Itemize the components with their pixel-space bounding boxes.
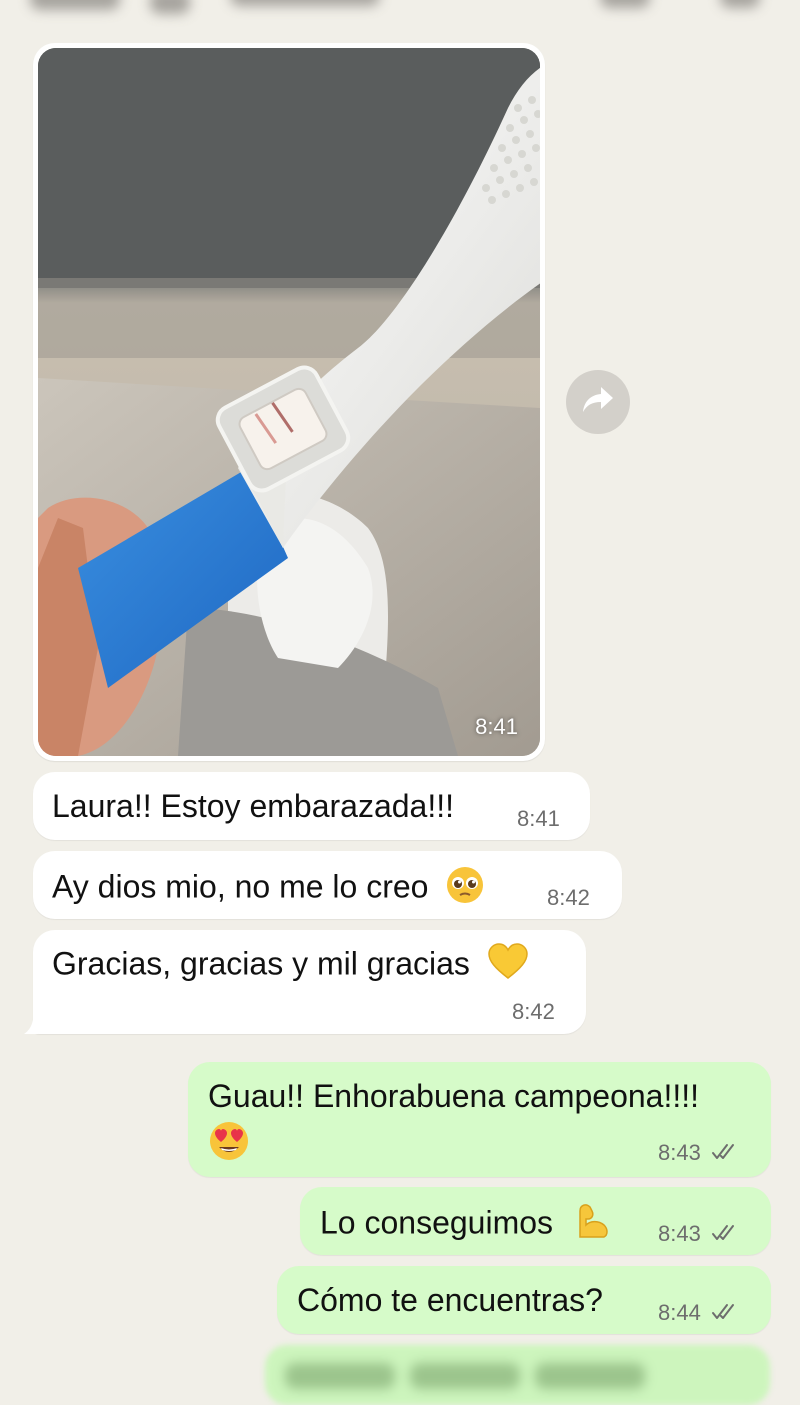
- message-text: Cómo te encuentras?: [297, 1282, 603, 1318]
- message-time: 8:43: [658, 1140, 701, 1165]
- read-ticks-icon: [711, 1301, 741, 1327]
- message-text: Ay dios mio, no me lo creo: [52, 868, 429, 905]
- outgoing-message[interactable]: Cómo te encuentras? 8:44: [277, 1266, 771, 1334]
- message-text-row: Gracias, gracias y mil gracias: [52, 942, 529, 990]
- image-timestamp: 8:41: [475, 714, 518, 739]
- heart-eyes-emoji-icon: [208, 1120, 250, 1170]
- forward-arrow-icon: [581, 385, 615, 420]
- message-text: Laura!! Estoy embarazada!!!: [52, 788, 454, 824]
- read-ticks-icon: [711, 1141, 741, 1167]
- blurred-message: [265, 1345, 770, 1405]
- blurred-header: [0, 0, 800, 30]
- message-time: 8:43: [658, 1221, 701, 1246]
- incoming-message[interactable]: Laura!! Estoy embarazada!!! 8:41: [33, 772, 590, 840]
- incoming-message[interactable]: Gracias, gracias y mil gracias 8:42: [33, 930, 586, 1034]
- pleading-face-emoji-icon: [445, 865, 485, 913]
- message-text: Guau!! Enhorabuena campeona!!!!: [208, 1078, 700, 1114]
- message-text-row: Lo conseguimos: [320, 1201, 612, 1249]
- message-text: Gracias, gracias y mil gracias: [52, 945, 470, 982]
- message-text-row: Ay dios mio, no me lo creo: [52, 865, 485, 913]
- yellow-heart-emoji-icon: [487, 942, 529, 990]
- message-time: 8:44: [658, 1300, 701, 1325]
- incoming-message[interactable]: Ay dios mio, no me lo creo 8:42: [33, 851, 622, 919]
- message-time-row: 8:44: [658, 1300, 741, 1327]
- pregnancy-test-photo[interactable]: 8:41: [38, 48, 540, 756]
- message-text: Lo conseguimos: [320, 1204, 554, 1241]
- message-time-row: 8:43: [658, 1140, 741, 1167]
- message-time: 8:42: [512, 999, 555, 1024]
- outgoing-message[interactable]: Lo conseguimos 8:43: [300, 1187, 771, 1255]
- forward-button[interactable]: [566, 370, 630, 434]
- outgoing-message[interactable]: Guau!! Enhorabuena campeona!!!! 8:43: [188, 1062, 771, 1177]
- message-time: 8:41: [517, 806, 560, 831]
- message-time-row: 8:43: [658, 1221, 741, 1248]
- read-ticks-icon: [711, 1222, 741, 1248]
- incoming-bubble-tail: [24, 1008, 38, 1034]
- image-message-bubble[interactable]: 8:41: [33, 43, 545, 761]
- message-time: 8:42: [547, 885, 590, 910]
- flexed-biceps-emoji-icon: [572, 1201, 612, 1249]
